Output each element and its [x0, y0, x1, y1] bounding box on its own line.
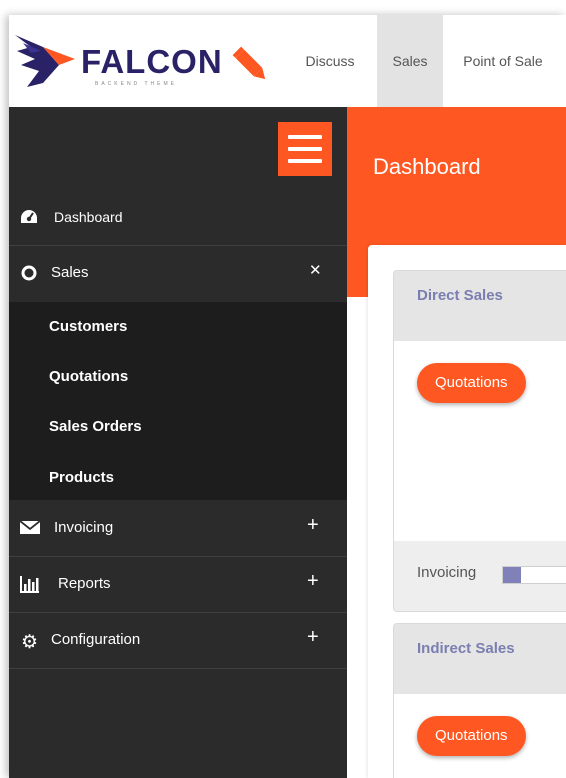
sidebar-item-sales[interactable]: Sales ✕: [9, 246, 347, 302]
card-header: Direct Sales: [394, 271, 566, 341]
sidebar-item-configuration[interactable]: ⚙ Configuration +: [9, 613, 347, 669]
submenu-item-sales-orders[interactable]: Sales Orders: [49, 418, 142, 435]
page-title: Dashboard: [373, 154, 481, 179]
hamburger-menu-button[interactable]: [278, 122, 332, 176]
pencil-icon[interactable]: [232, 46, 270, 84]
indirect-sales-card: Indirect Sales Quotations: [393, 623, 566, 778]
falcon-bird-icon: [15, 35, 75, 87]
topnav-discuss[interactable]: Discuss: [297, 15, 363, 107]
brand-name: FALCON: [81, 43, 223, 80]
sidebar-item-label: Sales: [51, 264, 89, 281]
sidebar-item-label: Dashboard: [54, 209, 123, 225]
progress-fill: [503, 567, 522, 583]
brand-logo[interactable]: FALCON BACKEND THEME: [13, 25, 283, 91]
quotations-button[interactable]: Quotations: [417, 363, 526, 403]
invoicing-progress-bar: [502, 566, 566, 584]
hamburger-icon: [288, 135, 322, 139]
expand-icon[interactable]: +: [307, 626, 319, 649]
sidebar-item-label: Configuration: [51, 631, 141, 648]
direct-sales-card: Direct Sales Quotations Invoicing: [393, 270, 566, 612]
sidebar-item-reports[interactable]: Reports +: [9, 557, 347, 613]
topnav-point-of-sale[interactable]: Point of Sale: [449, 15, 557, 107]
card-title: Direct Sales: [417, 287, 503, 304]
topnav-sales[interactable]: Sales: [377, 15, 443, 107]
sidebar-item-invoicing[interactable]: Invoicing +: [9, 500, 347, 556]
top-navbar: FALCON BACKEND THEME Discuss Sales Point…: [9, 15, 566, 108]
submenu-item-products[interactable]: Products: [49, 469, 114, 486]
quotations-button[interactable]: Quotations: [417, 716, 526, 756]
card-title: Indirect Sales: [417, 640, 515, 657]
submenu-item-quotations[interactable]: Quotations: [49, 368, 128, 385]
sales-submenu: Customers Quotations Sales Orders Produc…: [9, 302, 347, 500]
gear-icon: ⚙: [21, 632, 39, 653]
invoicing-label: Invoicing: [417, 564, 477, 581]
card-footer: Invoicing: [394, 541, 566, 611]
circle-outline-icon: [21, 265, 37, 285]
sidebar-item-label: Reports: [58, 575, 111, 592]
sidebar: Dashboard Sales ✕ Customers Quotations S…: [9, 107, 347, 778]
bar-chart-icon: [20, 575, 40, 597]
brand-tagline: BACKEND THEME: [95, 81, 177, 87]
submenu-item-customers[interactable]: Customers: [49, 318, 127, 335]
sidebar-divider: [9, 668, 347, 669]
card-header: Indirect Sales: [394, 624, 566, 694]
close-icon[interactable]: ✕: [309, 261, 322, 279]
sidebar-item-dashboard[interactable]: Dashboard: [9, 189, 347, 245]
sidebar-item-label: Invoicing: [54, 519, 114, 536]
app-window: FALCON BACKEND THEME Discuss Sales Point…: [9, 15, 566, 778]
dashboard-panel: Direct Sales Quotations Invoicing Indire…: [368, 245, 566, 778]
expand-icon[interactable]: +: [307, 570, 319, 593]
envelope-icon: [19, 520, 41, 539]
dashboard-gauge-icon: [20, 209, 38, 229]
expand-icon[interactable]: +: [307, 514, 319, 537]
